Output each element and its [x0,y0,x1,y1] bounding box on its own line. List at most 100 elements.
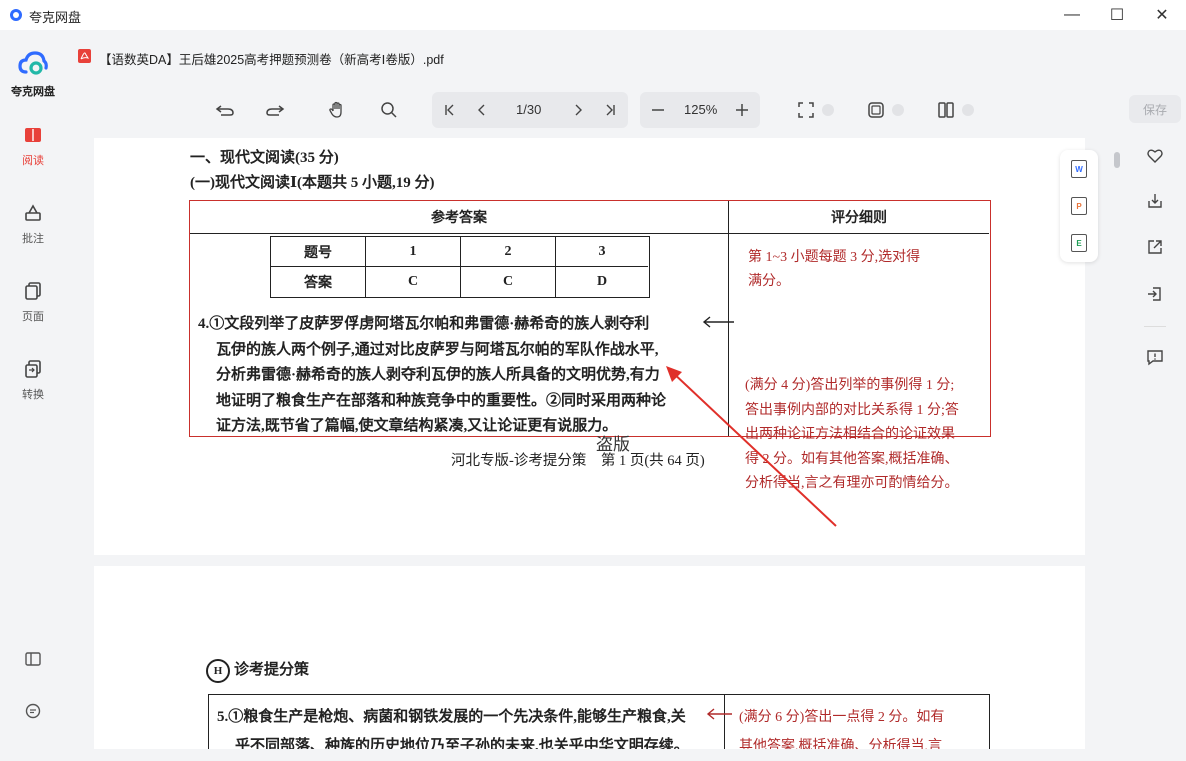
table-divider [724,695,725,749]
publisher-logo-icon: H [206,658,230,683]
prev-page-button[interactable] [470,100,494,120]
question-4-answer: 4.①文段列举了皮萨罗俘虏阿塔瓦尔帕和弗雷德·赫希奇的族人剥夺利 瓦伊的族人两个… [198,312,708,440]
first-page-button[interactable] [438,100,462,120]
zoom-in-button[interactable] [730,100,754,120]
left-sidebar: 夸克网盘 阅读 批注 页面 转换 [0,30,66,761]
text-line: 瓦伊的族人两个例子,通过对比皮萨罗与阿塔瓦尔帕的军队作战水平, [216,341,659,358]
row-label-answer: 答案 [271,267,366,297]
app-title: 夸克网盘 [29,10,82,25]
zoom-out-button[interactable] [646,100,670,120]
pdf-page-1: 一、现代文阅读(35 分) (一)现代文阅读Ⅰ(本题共 5 小题,19 分) 参… [94,138,1085,555]
hand-icon [329,101,342,118]
section-title: 一、现代文阅读(35 分) [190,150,339,166]
table-header-grading: 评分细则 [729,201,989,234]
pan-tool-button[interactable] [325,100,349,120]
text-line: (满分 6 分)答出一点得 2 分。如有 [739,710,945,725]
text-line: 乎不同部落、种族的历史地位乃至子孙的未来,也关乎中华文明存续。 [235,738,689,749]
arrow-left-icon [706,708,732,720]
chat-icon[interactable] [24,702,42,720]
table-cell: C [366,267,461,297]
download-icon[interactable] [1146,192,1164,210]
text-line: 5.①粮食生产是枪炮、病菌和钢铁发展的一个先决条件,能够生产粮食,关 [217,709,686,725]
search-button[interactable] [377,100,401,120]
zoom-level[interactable]: 125% [684,102,717,117]
sidebar-item-label: 阅读 [22,155,44,167]
text-line: 地证明了粮食生产在部落和种族竞争中的重要性。②同时采用两种论 [216,392,667,409]
table-header-answers: 参考答案 [190,201,728,234]
convert-toolbox: W P E [1060,150,1098,262]
fit-screen-icon [868,102,884,118]
fullscreen-icon [798,102,814,118]
layout-button[interactable] [934,100,958,120]
chevron-down-icon[interactable] [892,104,904,116]
document-viewport[interactable]: 一、现代文阅读(35 分) (一)现代文阅读Ⅰ(本题共 5 小题,19 分) 参… [66,138,1123,749]
chevron-right-icon [575,104,582,116]
grading-q5: (满分 6 分)答出一点得 2 分。如有 其他答案,概括准确、分析得当,言 [739,703,944,749]
next-page-button[interactable] [566,100,590,120]
convert-icon [25,360,41,378]
page-indicator[interactable]: 1/30 [516,102,541,117]
table-cell: C [461,267,556,297]
file-name: 【语数英DA】王后雄2025高考押题预测卷（新高考Ⅰ卷版）.pdf [99,53,444,67]
pdf-toolbar: 1/30 125% [66,82,1123,138]
publisher-logo: H 诊考提分策 [206,658,309,683]
app-logo-icon [10,9,22,21]
save-button[interactable]: 保存 [1129,95,1181,123]
subsection-title: (一)现代文阅读Ⅰ(本题共 5 小题,19 分) [190,175,435,191]
text-line: 4.①文段列举了皮萨罗俘虏阿塔瓦尔帕和弗雷德·赫希奇的族人剥夺利 [198,316,650,332]
row-label-number: 题号 [271,237,366,267]
heart-icon[interactable] [1146,147,1164,165]
text-line: 第 1~3 小题每题 3 分,选对得 [748,250,921,265]
to-ppt-icon[interactable]: P [1071,197,1087,215]
scrollbar-thumb[interactable] [1114,152,1120,168]
sidebar-item-convert[interactable]: 转换 [0,360,66,402]
table-cell: 2 [461,237,556,267]
publisher-name: 诊考提分策 [234,662,310,678]
undo-button[interactable] [213,100,237,120]
answer-grading-table: 参考答案 评分细则 题号 1 2 3 答案 C C D 第 1~3 小题每题 3… [189,200,991,491]
answer-grading-table-2: 5.①粮食生产是枪炮、病菌和钢铁发展的一个先决条件,能够生产粮食,关 乎不同部落… [208,694,990,749]
search-icon [381,102,397,118]
redo-icon [266,105,285,116]
two-page-icon [938,102,954,118]
pages-icon [25,282,41,300]
fit-page-button[interactable] [794,100,818,120]
arrow-left-icon [702,316,734,328]
rail-divider [1144,326,1166,327]
to-excel-icon[interactable]: E [1071,234,1087,252]
fit-width-button[interactable] [864,100,888,120]
table-cell: 3 [556,237,648,267]
share-icon[interactable] [1146,238,1164,256]
close-button[interactable]: ✕ [1140,0,1184,30]
last-page-button[interactable] [598,100,622,120]
sidebar-item-annotate[interactable]: 批注 [0,204,66,246]
minimize-button[interactable]: — [1050,0,1094,30]
plus-icon [736,104,748,116]
export-icon[interactable] [1146,285,1164,303]
sidebar-item-pages[interactable]: 页面 [0,282,66,324]
brand-label: 夸克网盘 [11,86,55,98]
to-word-icon[interactable]: W [1071,160,1087,178]
question-5-answer: 5.①粮食生产是枪炮、病菌和钢铁发展的一个先决条件,能够生产粮食,关 乎不同部落… [217,703,689,749]
minus-icon [652,109,664,111]
chevron-down-icon[interactable] [962,104,974,116]
brand[interactable]: 夸克网盘 [0,50,66,99]
redo-button[interactable] [263,100,287,120]
grading-q1-3: 第 1~3 小题每题 3 分,选对得 满分。 [748,246,986,294]
sidebar-item-label: 转换 [22,389,44,401]
sidebar-toggle-icon[interactable] [24,650,42,668]
red-arrow-annotation [666,366,837,527]
first-page-icon [445,104,454,116]
cloud-logo-icon [18,51,48,75]
pdf-icon [78,49,91,63]
chevron-down-icon[interactable] [822,104,834,116]
text-line: 证方法,既节省了篇幅,使文章结构紧凑,又让论证更有说服力。 [216,418,618,434]
table-cell: 1 [366,237,461,267]
answer-key-table: 题号 1 2 3 答案 C C D [270,236,650,298]
feedback-icon[interactable] [1146,348,1164,366]
sidebar-item-read[interactable]: 阅读 [0,126,66,168]
text-line: 分析弗雷德·赫希奇的族人剥夺利瓦伊的族人所具备的文明优势,有力 [216,367,660,383]
undo-icon [215,105,234,116]
text-line: 满分。 [748,274,790,289]
maximize-button[interactable]: ☐ [1095,0,1139,30]
